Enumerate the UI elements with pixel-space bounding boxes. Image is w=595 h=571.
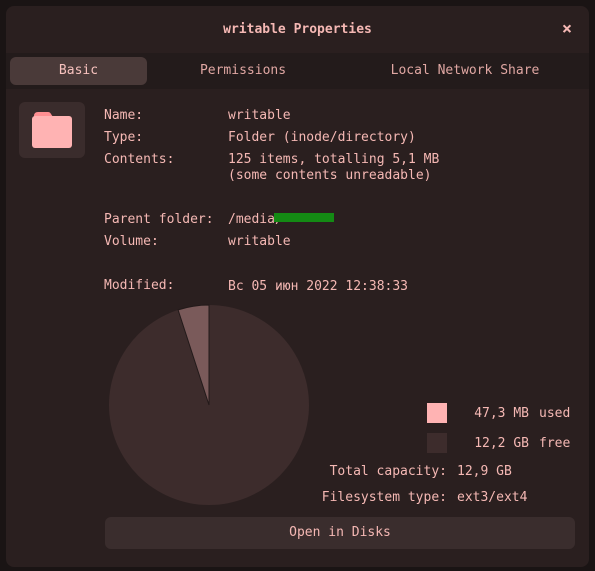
open-in-disks-button[interactable]: Open in Disks bbox=[105, 517, 575, 549]
tab-basic[interactable]: Basic bbox=[10, 57, 147, 85]
redaction-mark bbox=[273, 213, 334, 222]
contents-label: Contents: bbox=[104, 152, 175, 167]
tab-permissions[interactable]: Permissions bbox=[168, 57, 318, 85]
type-value: Folder (inode/directory) bbox=[228, 130, 416, 145]
title-bar: writable Properties × bbox=[6, 6, 589, 54]
total-capacity-label: Total capacity: bbox=[329, 464, 447, 479]
modified-label: Modified: bbox=[104, 278, 175, 293]
close-icon[interactable]: × bbox=[557, 19, 577, 39]
name-value: writable bbox=[228, 108, 291, 123]
folder-icon-tile bbox=[19, 102, 85, 158]
modified-value: Вс 05 июн 2022 12:38:33 bbox=[228, 279, 409, 294]
window-title: writable Properties bbox=[223, 22, 372, 37]
free-value: 12,2 GB bbox=[474, 436, 529, 451]
contents-value: 125 items, totalling 5,1 MB bbox=[228, 152, 440, 167]
tab-local-network-share[interactable]: Local Network Share bbox=[366, 57, 564, 85]
filesystem-type-value: ext3/ext4 bbox=[457, 490, 528, 505]
volume-value: writable bbox=[228, 234, 291, 249]
tab-bar: Basic Permissions Local Network Share bbox=[6, 53, 589, 89]
parent-value-wrap: /media/ bbox=[228, 212, 334, 227]
folder-icon bbox=[32, 112, 72, 148]
contents-note: (some contents unreadable) bbox=[228, 168, 432, 183]
used-word: used bbox=[539, 406, 571, 421]
name-label: Name: bbox=[104, 108, 144, 123]
free-word: free bbox=[539, 436, 571, 451]
parent-label: Parent folder: bbox=[104, 212, 214, 227]
filesystem-type-label: Filesystem type: bbox=[321, 490, 447, 505]
used-value: 47,3 MB bbox=[474, 406, 529, 421]
properties-window: writable Properties × Basic Permissions … bbox=[6, 6, 589, 567]
type-label: Type: bbox=[104, 130, 144, 145]
total-capacity-value: 12,9 GB bbox=[457, 464, 512, 479]
volume-label: Volume: bbox=[104, 234, 159, 249]
